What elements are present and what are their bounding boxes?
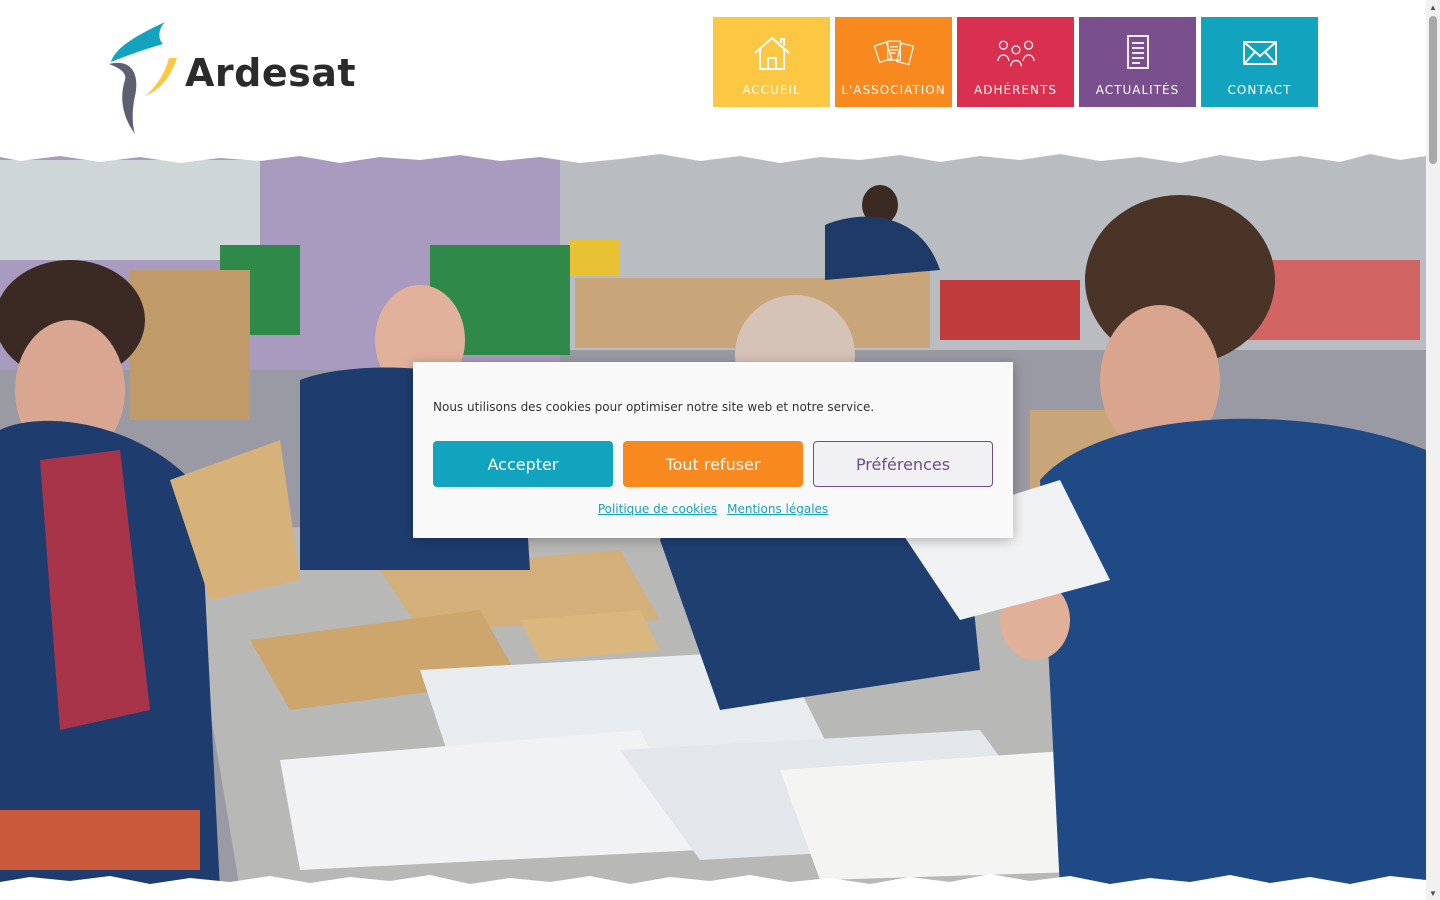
legal-notice-link[interactable]: Mentions légales bbox=[727, 502, 828, 516]
scroll-up-arrow-icon[interactable]: ▲ bbox=[1426, 0, 1440, 14]
nav-label: ADHÉRENTS bbox=[974, 83, 1057, 97]
cookie-policy-link[interactable]: Politique de cookies bbox=[598, 502, 717, 516]
scroll-down-arrow-icon[interactable]: ▼ bbox=[1426, 886, 1440, 900]
nav-label: CONTACT bbox=[1227, 83, 1292, 97]
nav-item-association[interactable]: L'ASSOCIATION bbox=[835, 17, 952, 107]
nav-label: ACCUEIL bbox=[742, 83, 801, 97]
torn-edge-bottom bbox=[0, 874, 1426, 890]
envelope-icon bbox=[1242, 41, 1277, 65]
refuse-cookies-button[interactable]: Tout refuser bbox=[623, 441, 803, 487]
nav-item-actualites[interactable]: ACTUALITÉS bbox=[1079, 17, 1196, 107]
torn-edge-top bbox=[0, 150, 1426, 163]
nav-item-adherents[interactable]: ADHÉRENTS bbox=[957, 17, 1074, 107]
scroll-thumb[interactable] bbox=[1429, 16, 1437, 164]
cookie-buttons: Accepter Tout refuser Préférences bbox=[433, 441, 993, 487]
cookie-banner: Nous utilisons des cookies pour optimise… bbox=[413, 362, 1013, 538]
logo-text: Ardesat bbox=[185, 51, 357, 95]
people-icon bbox=[996, 40, 1035, 67]
page-scrollbar[interactable]: ▲ ▼ bbox=[1426, 0, 1440, 900]
nav-item-accueil[interactable]: ACCUEIL bbox=[713, 17, 830, 107]
cookie-preferences-button[interactable]: Préférences bbox=[813, 441, 993, 487]
logo-mark-icon bbox=[109, 22, 177, 134]
nav-item-contact[interactable]: CONTACT bbox=[1201, 17, 1318, 107]
cookie-message: Nous utilisons des cookies pour optimise… bbox=[433, 400, 875, 414]
cookie-links: Politique de cookies Mentions légales bbox=[413, 502, 1013, 516]
nav-label: L'ASSOCIATION bbox=[841, 83, 946, 97]
main-nav: ACCUEIL L'ASSOCIATION ADHÉRENTS ACTUALIT… bbox=[713, 17, 1318, 107]
documents-icon bbox=[873, 40, 914, 66]
page: Ardesat ACCUEIL L'ASSOCIATION ADHÉRENTS bbox=[0, 0, 1440, 900]
accept-cookies-button[interactable]: Accepter bbox=[433, 441, 613, 487]
house-icon bbox=[753, 36, 790, 70]
nav-label: ACTUALITÉS bbox=[1095, 83, 1180, 97]
site-logo[interactable]: Ardesat bbox=[105, 18, 357, 136]
notepad-icon bbox=[1126, 35, 1149, 69]
